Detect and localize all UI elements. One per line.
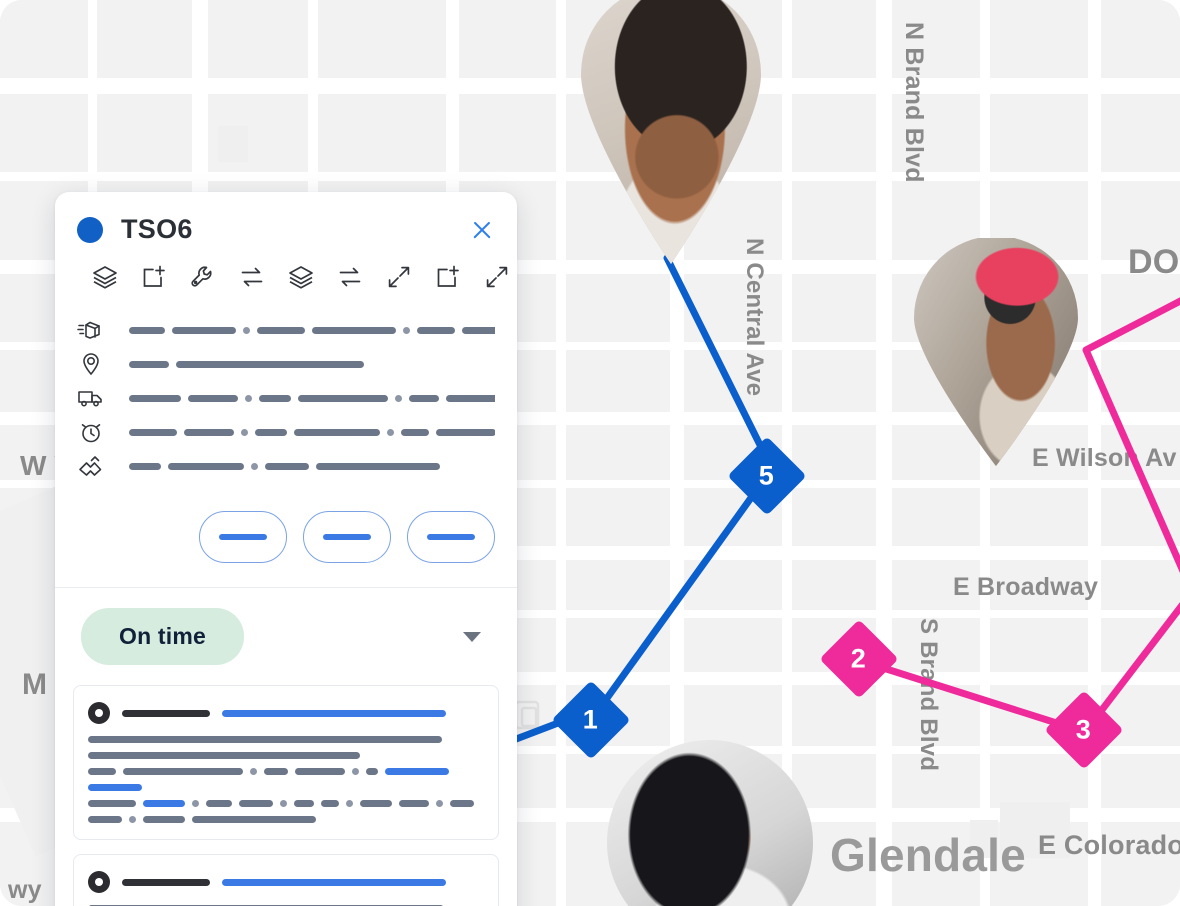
avatar-photo-agent <box>573 0 769 264</box>
detail-row-vehicle-bars <box>129 394 495 402</box>
avatar-pin-agent[interactable] <box>573 0 769 264</box>
page-title: TSO6 <box>121 214 193 244</box>
stop-marker-1-label: 1 <box>583 704 599 735</box>
map-label-m: M <box>22 668 48 701</box>
list-item[interactable] <box>73 854 499 906</box>
truck-icon <box>77 385 107 411</box>
status-badge[interactable]: On time <box>81 608 245 665</box>
detail-row-dispatch <box>77 449 495 483</box>
stop-ring-icon <box>88 702 110 724</box>
add-box-icon-2[interactable] <box>434 263 462 291</box>
stop-card-list <box>55 685 517 906</box>
detail-row-eta <box>77 415 495 449</box>
panel-toolbar <box>55 245 517 291</box>
layers-icon-2[interactable] <box>287 263 315 291</box>
swap-icon[interactable] <box>238 263 266 291</box>
dispatch-icon <box>77 453 107 479</box>
pill-action-1[interactable] <box>199 511 287 563</box>
status-dot <box>77 216 103 243</box>
list-item-header <box>88 871 482 893</box>
panel-action-buttons <box>55 489 517 587</box>
chevron-down-icon[interactable] <box>463 631 481 642</box>
trip-detail-panel: TSO6 On time <box>55 192 517 906</box>
stop-marker-3-label: 3 <box>1076 714 1092 745</box>
map-label-e-broadway: E Broadway <box>953 573 1099 601</box>
map-label-s-brand-blvd: S Brand Blvd <box>915 618 942 772</box>
map-label-glendale: Glendale <box>830 829 1026 881</box>
swap-icon-2[interactable] <box>336 263 364 291</box>
avatar-photo-worker <box>908 238 1084 466</box>
detail-row-shipment <box>77 313 495 347</box>
status-row: On time <box>55 588 517 685</box>
layers-icon[interactable] <box>91 263 119 291</box>
alarm-clock-icon <box>77 419 107 445</box>
map-label-e-colorado: E Colorado <box>1038 830 1180 860</box>
pill-action-3[interactable] <box>407 511 495 563</box>
detail-row-eta-bars <box>129 428 495 436</box>
map-label-wy: wy <box>8 876 42 904</box>
location-pin-icon <box>77 351 107 377</box>
stop-ring-icon <box>88 871 110 893</box>
avatar-pin-driver[interactable] <box>607 740 813 906</box>
stop-marker-2-label: 2 <box>851 643 867 674</box>
wrench-icon[interactable] <box>189 263 217 291</box>
panel-header: TSO6 <box>55 192 517 245</box>
list-item-header <box>88 702 482 724</box>
add-box-icon[interactable] <box>140 263 168 291</box>
map-label-downtown: DO <box>1128 243 1180 281</box>
map-label-n-brand-blvd: N Brand Blvd <box>900 22 928 183</box>
stop-marker-5-label: 5 <box>759 460 775 491</box>
detail-row-vehicle <box>77 381 495 415</box>
expand-icon-2[interactable] <box>483 263 511 291</box>
map-application: N Brand Blvd N Central Ave DO E Wilson A… <box>0 0 1180 906</box>
avatar-pin-worker[interactable] <box>908 238 1084 466</box>
detail-rows <box>55 291 517 489</box>
close-icon[interactable] <box>469 217 495 243</box>
list-item[interactable] <box>73 685 499 840</box>
detail-row-location-bars <box>129 360 495 368</box>
detail-row-shipment-bars <box>129 326 495 334</box>
expand-icon[interactable] <box>385 263 413 291</box>
pill-action-2[interactable] <box>303 511 391 563</box>
fast-package-icon <box>77 317 107 343</box>
detail-row-dispatch-bars <box>129 462 495 470</box>
detail-row-location <box>77 347 495 381</box>
avatar-photo-driver <box>607 740 813 906</box>
